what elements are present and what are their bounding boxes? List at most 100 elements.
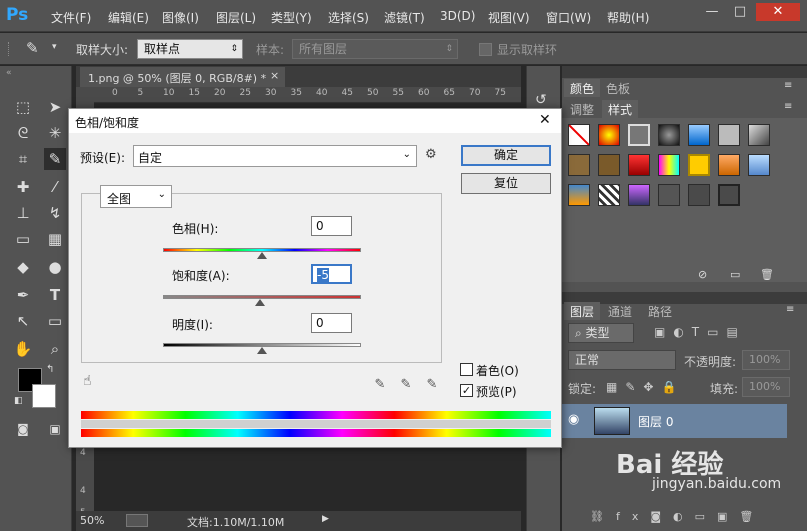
zoom-preview-icon[interactable]	[126, 514, 148, 527]
stamp-tool-icon[interactable]: ⊥	[12, 202, 34, 224]
style-swatch[interactable]	[688, 124, 710, 146]
layer-actions-bar[interactable]: ⛓fx◙◐▭▣🗑	[590, 510, 765, 523]
hand-tool-icon[interactable]: ✋	[12, 338, 34, 360]
tab-layers[interactable]: 图层	[564, 302, 601, 320]
panel-menu-icon[interactable]: ≡	[784, 80, 792, 91]
minimize-button[interactable]: —	[700, 3, 724, 21]
grip-handle[interactable]	[8, 42, 12, 56]
style-swatch[interactable]	[598, 154, 620, 176]
history-brush-icon[interactable]: ↯	[44, 202, 66, 224]
style-swatch[interactable]	[718, 184, 740, 206]
fill-input[interactable]: 100%	[742, 377, 790, 397]
style-swatch[interactable]	[568, 184, 590, 206]
opacity-input[interactable]: 100%	[742, 350, 790, 370]
lasso-tool-icon[interactable]: ᘓ	[12, 122, 34, 144]
eyedropper-plus-icon[interactable]: ✎	[397, 377, 415, 395]
blur-tool-icon[interactable]: ◆	[12, 256, 34, 278]
menu-window[interactable]: 窗口(W)	[546, 9, 591, 26]
style-swatch[interactable]	[748, 154, 770, 176]
preview-checkbox[interactable]: ✓	[460, 384, 473, 397]
healing-brush-icon[interactable]: ✚	[12, 176, 34, 198]
style-swatch[interactable]	[658, 154, 680, 176]
eyedropper-icon[interactable]: ✎	[371, 377, 389, 395]
tab-swatches[interactable]: 色板	[600, 79, 636, 97]
reset-button[interactable]: 复位	[461, 173, 551, 194]
document-tab[interactable]: 1.png @ 50% (图层 0, RGB/8#) * ×	[80, 67, 285, 87]
background-color-swatch[interactable]	[32, 384, 56, 408]
clear-style-icon[interactable]: ⊘	[698, 268, 707, 281]
default-colors-icon[interactable]: ◧	[14, 396, 23, 406]
style-swatch[interactable]	[718, 124, 740, 146]
tab-styles[interactable]: 样式	[602, 100, 639, 118]
saturation-slider-knob[interactable]	[255, 299, 266, 306]
rectangle-tool-icon[interactable]: ▭	[44, 310, 66, 332]
menu-select[interactable]: 选择(S)	[328, 9, 369, 26]
menu-layer[interactable]: 图层(L)	[216, 9, 256, 26]
style-swatch[interactable]	[748, 124, 770, 146]
hue-slider-knob[interactable]	[257, 252, 267, 259]
tool-preset-chevron-icon[interactable]: ▾	[52, 42, 57, 52]
menu-help[interactable]: 帮助(H)	[607, 9, 649, 26]
eye-visibility-icon[interactable]: ◉	[568, 412, 579, 427]
status-arrow-icon[interactable]: ▶	[322, 514, 329, 524]
targeted-adjust-hand-icon[interactable]: ☝	[83, 373, 92, 389]
sample-size-select[interactable]: 取样点 ⇕	[137, 39, 243, 59]
hue-input[interactable]: 0	[311, 216, 352, 236]
style-swatch[interactable]	[658, 124, 680, 146]
show-ring-checkbox[interactable]	[479, 43, 492, 56]
history-panel-icon[interactable]: ↺	[535, 92, 547, 108]
close-window-button[interactable]: ✕	[756, 3, 800, 21]
brush-tool-icon[interactable]: ⁄	[44, 176, 66, 198]
lightness-slider-knob[interactable]	[257, 347, 267, 354]
eyedropper-tool-icon[interactable]: ✎	[26, 39, 39, 57]
tab-adjustments[interactable]: 调整	[564, 100, 600, 118]
tab-paths[interactable]: 路径	[642, 302, 678, 320]
eyedropper-minus-icon[interactable]: ✎	[423, 377, 441, 395]
filter-icons[interactable]: ▣◐T▭▤	[654, 325, 746, 339]
maximize-button[interactable]: □	[728, 3, 752, 21]
lightness-input[interactable]: 0	[311, 313, 352, 333]
magic-wand-tool-icon[interactable]: ✳	[44, 122, 66, 144]
type-tool-icon[interactable]: T	[44, 284, 66, 306]
preset-options-gear-icon[interactable]: ⚙	[425, 147, 437, 162]
preset-select[interactable]: 自定 ⌄	[133, 145, 417, 167]
menu-edit[interactable]: 编辑(E)	[108, 9, 149, 26]
lock-icons[interactable]: ▦✎✥🔒	[606, 380, 684, 394]
style-swatch[interactable]	[688, 184, 710, 206]
swap-colors-icon[interactable]: ↰	[46, 364, 54, 375]
delete-style-icon[interactable]: 🗑	[760, 268, 774, 281]
path-select-icon[interactable]: ↖	[12, 310, 34, 332]
saturation-input[interactable]: -5	[311, 264, 352, 284]
layer-row[interactable]: ◉ 图层 0	[562, 404, 787, 438]
collapse-icon[interactable]: «	[6, 68, 12, 78]
style-swatch[interactable]	[628, 154, 650, 176]
menu-3d[interactable]: 3D(D)	[440, 9, 475, 23]
style-swatch[interactable]	[688, 154, 710, 176]
sample-select[interactable]: 所有图层 ⇕	[292, 39, 458, 59]
quick-mask-icon[interactable]: ◙	[12, 418, 34, 440]
style-none-swatch[interactable]	[568, 124, 590, 146]
panel-menu-icon[interactable]: ≡	[786, 304, 794, 315]
crop-tool-icon[interactable]: ⌗	[12, 148, 34, 170]
eyedropper-tool-icon[interactable]: ✎	[44, 148, 66, 170]
screen-mode-icon[interactable]: ▣	[44, 418, 66, 440]
kind-filter-select[interactable]: ⌕ 类型	[568, 323, 634, 343]
marquee-tool-icon[interactable]: ⬚	[12, 96, 34, 118]
channel-select[interactable]: 全图 ⌄	[100, 185, 172, 208]
gradient-tool-icon[interactable]: ▦	[44, 228, 66, 250]
new-style-icon[interactable]: ▭	[730, 268, 740, 281]
style-swatch[interactable]	[598, 124, 620, 146]
eraser-tool-icon[interactable]: ▭	[12, 228, 34, 250]
colorize-checkbox[interactable]	[460, 363, 473, 376]
ok-button[interactable]: 确定	[461, 145, 551, 166]
style-swatch[interactable]	[658, 184, 680, 206]
menu-file[interactable]: 文件(F)	[51, 9, 91, 26]
pen-tool-icon[interactable]: ✒	[12, 284, 34, 306]
zoom-tool-icon[interactable]: ⌕	[44, 338, 66, 360]
move-tool-icon[interactable]: ➤	[44, 96, 66, 118]
menu-type[interactable]: 类型(Y)	[271, 9, 312, 26]
range-bar[interactable]	[81, 420, 551, 428]
style-swatch[interactable]	[628, 124, 650, 146]
style-swatch[interactable]	[628, 184, 650, 206]
style-swatch[interactable]	[718, 154, 740, 176]
